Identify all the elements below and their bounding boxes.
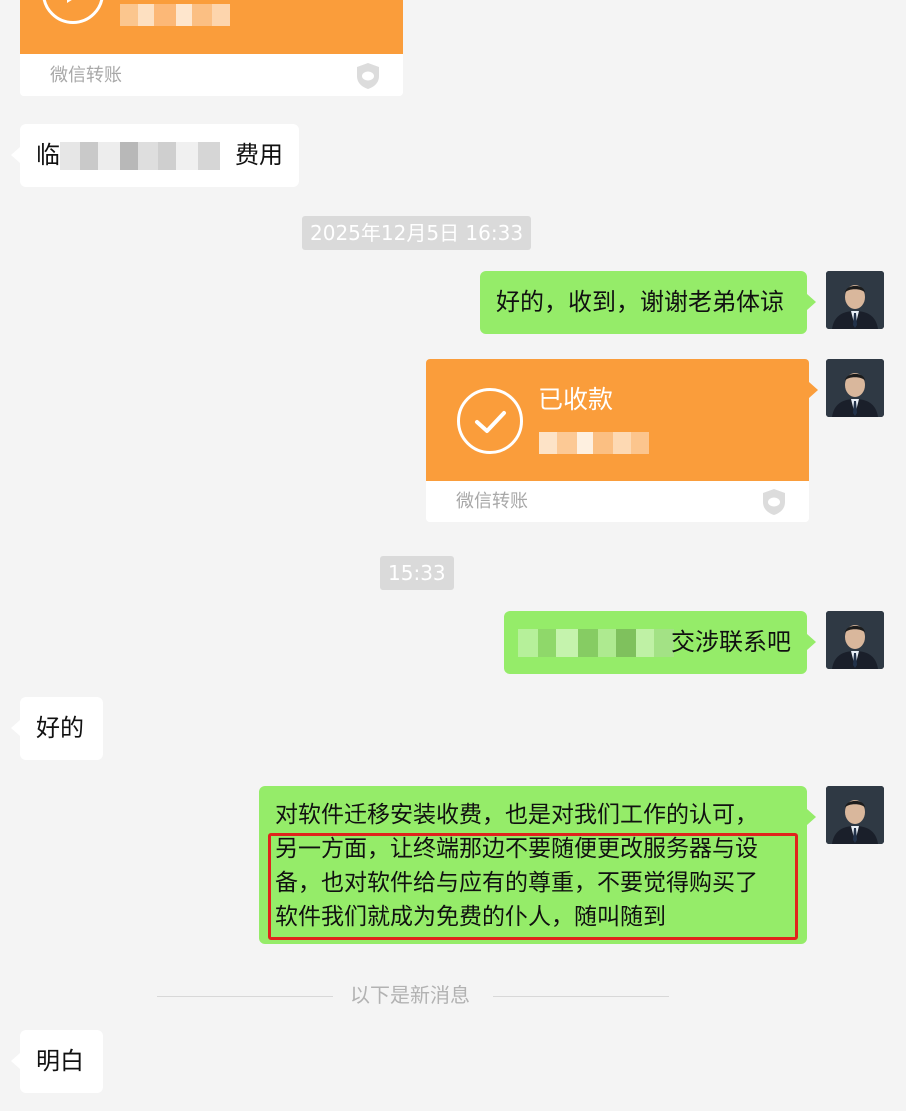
transfer-card-header: 已收款	[426, 359, 809, 481]
message-bubble-sent[interactable]: 好的，收到，谢谢老弟体谅	[480, 271, 807, 334]
message-line: 对软件迁移安装收费，也是对我们工作的认可，	[275, 802, 758, 828]
new-messages-label: 以下是新消息	[350, 983, 470, 1007]
bubble-tail	[11, 720, 20, 736]
bubble-tail	[807, 634, 816, 650]
transfer-status: 已收款	[538, 385, 614, 414]
redacted-amount	[120, 4, 230, 26]
bubble-tail	[807, 294, 816, 310]
wechat-pay-shield-icon	[763, 489, 785, 515]
timestamp: 2025年12月5日 16:33	[302, 216, 532, 250]
transfer-card-received[interactable]: 已收款 微信转账	[426, 359, 809, 522]
message-text: 好的	[36, 714, 84, 742]
message-bubble-received[interactable]: 明白	[20, 1030, 103, 1093]
check-circle-icon	[457, 388, 523, 454]
message-bubble-received[interactable]: 好的	[20, 697, 103, 760]
avatar[interactable]	[826, 786, 884, 844]
wechat-pay-shield-icon	[357, 63, 379, 89]
play-circle-icon	[42, 0, 104, 24]
message-bubble-received[interactable]: 临 费用	[20, 124, 299, 187]
divider-right	[493, 996, 669, 997]
message-text: 明白	[36, 1047, 84, 1075]
avatar[interactable]	[826, 611, 884, 669]
avatar[interactable]	[826, 271, 884, 329]
bubble-tail	[11, 1053, 20, 1069]
transfer-card-top[interactable]: 微信转账	[20, 0, 403, 96]
avatar[interactable]	[826, 359, 884, 417]
bubble-tail	[807, 809, 816, 825]
highlight-annotation-box	[268, 833, 798, 940]
timestamp: 15:33	[380, 556, 454, 590]
message-bubble-sent[interactable]: 交涉联系吧	[504, 611, 807, 674]
transfer-card-top-footer: 微信转账	[20, 56, 403, 96]
message-text-end: 交涉联系吧	[671, 628, 791, 656]
message-text-start: 临	[36, 141, 60, 169]
bubble-tail	[809, 382, 818, 398]
redacted-text	[518, 629, 674, 657]
message-text: 好的，收到，谢谢老弟体谅	[496, 288, 784, 316]
bubble-tail	[11, 147, 20, 163]
divider-left	[157, 996, 333, 997]
transfer-card-top-header	[20, 0, 403, 54]
redacted-text	[60, 142, 220, 170]
transfer-card-footer: 微信转账	[426, 482, 809, 522]
redacted-amount	[539, 432, 649, 454]
message-text-end: 费用	[235, 141, 283, 169]
